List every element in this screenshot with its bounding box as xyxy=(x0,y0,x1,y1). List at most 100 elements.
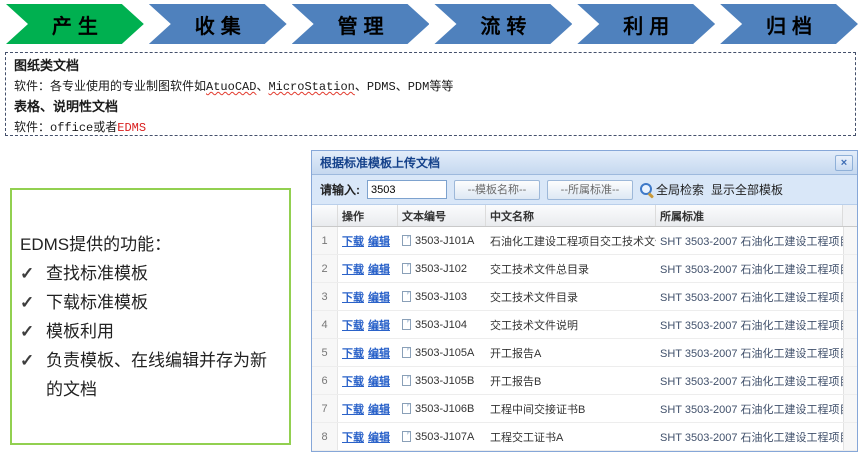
show-all-templates-button[interactable]: 显示全部模板 xyxy=(711,181,783,198)
cn-name-cell: 交工技术文件目录 xyxy=(486,289,656,305)
note-sep2: 、 xyxy=(355,79,367,93)
download-link[interactable]: 下载 xyxy=(342,432,364,444)
flow-step-use: 利用 xyxy=(577,4,715,44)
row-number: 6 xyxy=(312,367,338,394)
doc-number-text: 3503-J105A xyxy=(415,347,474,359)
row-number: 3 xyxy=(312,283,338,310)
feature-item-label: 负责模板、在线编辑并存为新的文档 xyxy=(46,346,279,404)
row-number: 2 xyxy=(312,255,338,282)
template-upload-dialog: 根据标准模板上传文档 × 请输入: --模板名称-- --所属标准-- 全局检索… xyxy=(311,150,858,452)
standard-cell: SHT 3503-2007 石油化工建设工程项目交工... xyxy=(656,233,843,249)
download-link[interactable]: 下载 xyxy=(342,236,364,248)
row-filler xyxy=(843,367,857,394)
standard-cell: SHT 3503-2007 石油化工建设工程项目交工... xyxy=(656,345,843,361)
download-link[interactable]: 下载 xyxy=(342,404,364,416)
document-types-note: 图纸类文档 软件：各专业使用的专业制图软件如AtuoCAD、MicroStati… xyxy=(5,52,856,136)
table-header-row: 操作 文本编号 中文名称 所属标准 xyxy=(312,205,857,227)
check-icon: ✓ xyxy=(20,288,46,317)
row-number: 7 xyxy=(312,395,338,422)
feature-item-label: 查找标准模板 xyxy=(46,259,279,288)
table-row[interactable]: 6 下载编辑 3503-J105B 开工报告B SHT 3503-2007 石油… xyxy=(312,367,857,395)
note-pdm-text: PDM xyxy=(408,80,430,94)
document-icon xyxy=(402,375,411,386)
table-row[interactable]: 2 下载编辑 3503-J102 交工技术文件总目录 SHT 3503-2007… xyxy=(312,255,857,283)
download-link[interactable]: 下载 xyxy=(342,292,364,304)
edit-link[interactable]: 编辑 xyxy=(368,404,390,416)
document-icon xyxy=(402,431,411,442)
search-input[interactable] xyxy=(367,180,447,199)
row-actions: 下载编辑 xyxy=(338,317,398,333)
cn-name-header: 中文名称 xyxy=(486,205,656,226)
edit-link[interactable]: 编辑 xyxy=(368,236,390,248)
doc-number-text: 3503-J105B xyxy=(415,375,474,387)
flow-step-archive: 归档 xyxy=(720,4,858,44)
row-actions: 下载编辑 xyxy=(338,373,398,389)
download-link[interactable]: 下载 xyxy=(342,376,364,388)
standard-dropdown[interactable]: --所属标准-- xyxy=(547,180,633,200)
document-icon xyxy=(402,347,411,358)
feature-item-edit-save: ✓ 负责模板、在线编辑并存为新的文档 xyxy=(20,346,279,404)
doc-number-cell: 3503-J103 xyxy=(398,291,486,303)
doc-number-cell: 3503-J107A xyxy=(398,431,486,443)
check-icon: ✓ xyxy=(20,346,46,404)
row-filler xyxy=(843,255,857,282)
feature-item-label: 模板利用 xyxy=(46,317,279,346)
row-number: 5 xyxy=(312,339,338,366)
document-icon xyxy=(402,263,411,274)
edit-link[interactable]: 编辑 xyxy=(368,292,390,304)
feature-item-download: ✓ 下载标准模板 xyxy=(20,288,279,317)
flow-step-produce: 产生 xyxy=(6,4,144,44)
slide-canvas: 产生 收集 管理 流转 利用 归档 图纸类文档 软件：各专业使用的专业制图软件如… xyxy=(0,0,864,466)
edit-link[interactable]: 编辑 xyxy=(368,320,390,332)
cn-name-cell: 开工报告B xyxy=(486,373,656,389)
note-software-drawings: 软件：各专业使用的专业制图软件如AtuoCAD、MicroStation、PDM… xyxy=(14,76,847,97)
download-link[interactable]: 下载 xyxy=(342,348,364,360)
doc-number-text: 3503-J103 xyxy=(415,291,467,303)
close-icon[interactable]: × xyxy=(835,155,853,171)
row-filler xyxy=(843,283,857,310)
doc-number-text: 3503-J102 xyxy=(415,263,467,275)
table-row[interactable]: 3 下载编辑 3503-J103 交工技术文件目录 SHT 3503-2007 … xyxy=(312,283,857,311)
table-row[interactable]: 5 下载编辑 3503-J105A 开工报告A SHT 3503-2007 石油… xyxy=(312,339,857,367)
edit-link[interactable]: 编辑 xyxy=(368,264,390,276)
table-row[interactable]: 4 下载编辑 3503-J104 交工技术文件说明 SHT 3503-2007 … xyxy=(312,311,857,339)
edit-link[interactable]: 编辑 xyxy=(368,432,390,444)
table-row[interactable]: 1 下载编辑 3503-J101A 石油化工建设工程项目交工技术文件封面A SH… xyxy=(312,227,857,255)
row-number: 4 xyxy=(312,311,338,338)
header-filler xyxy=(843,205,857,226)
row-actions: 下载编辑 xyxy=(338,429,398,445)
template-name-dropdown[interactable]: --模板名称-- xyxy=(454,180,540,200)
row-filler xyxy=(843,395,857,422)
document-icon xyxy=(402,319,411,330)
row-filler xyxy=(843,339,857,366)
table-row[interactable]: 7 下载编辑 3503-J106B 工程中间交接证书B SHT 3503-200… xyxy=(312,395,857,423)
download-link[interactable]: 下载 xyxy=(342,264,364,276)
doc-number-cell: 3503-J105B xyxy=(398,375,486,387)
note-office-text: office xyxy=(50,121,93,135)
download-link[interactable]: 下载 xyxy=(342,320,364,332)
cn-name-cell: 交工技术文件总目录 xyxy=(486,261,656,277)
note-line2-tail: 等等 xyxy=(429,79,453,93)
edms-features-box: EDMS提供的功能： ✓ 查找标准模板 ✓ 下载标准模板 ✓ 模板利用 ✓ 负责… xyxy=(10,188,291,445)
edit-link[interactable]: 编辑 xyxy=(368,348,390,360)
search-input-label: 请输入: xyxy=(320,181,360,198)
flow-step-manage: 管理 xyxy=(292,4,430,44)
row-filler xyxy=(843,423,857,450)
doc-number-cell: 3503-J104 xyxy=(398,319,486,331)
table-row[interactable]: 8 下载编辑 3503-J107A 工程交工证书A SHT 3503-2007 … xyxy=(312,423,857,451)
doc-number-cell: 3503-J102 xyxy=(398,263,486,275)
feature-item-use: ✓ 模板利用 xyxy=(20,317,279,346)
features-title: EDMS提供的功能： xyxy=(20,230,279,259)
row-actions: 下载编辑 xyxy=(338,233,398,249)
row-number: 8 xyxy=(312,423,338,450)
doc-number-cell: 3503-J106B xyxy=(398,403,486,415)
feature-item-label: 下载标准模板 xyxy=(46,288,279,317)
flow-step-transfer: 流转 xyxy=(434,4,572,44)
doc-number-text: 3503-J104 xyxy=(415,319,467,331)
global-search-button[interactable]: 全局检索 xyxy=(640,181,704,198)
cn-name-cell: 工程中间交接证书B xyxy=(486,401,656,417)
edit-link[interactable]: 编辑 xyxy=(368,376,390,388)
document-icon xyxy=(402,291,411,302)
doc-number-cell: 3503-J101A xyxy=(398,235,486,247)
dialog-title: 根据标准模板上传文档 xyxy=(320,154,440,171)
